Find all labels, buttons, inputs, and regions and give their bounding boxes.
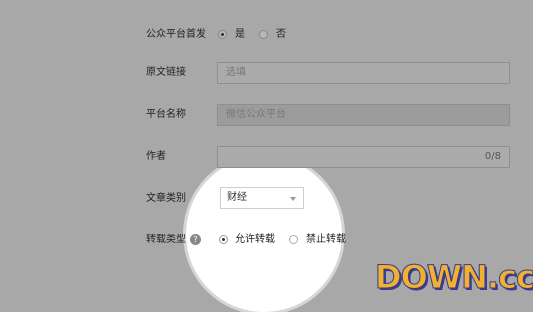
radio-yes-label[interactable]: 是 <box>235 29 245 41</box>
category-selected-value: 财经 <box>227 192 247 203</box>
author-input[interactable]: 0/8 <box>217 146 510 168</box>
platform-name-value: 微信公众平台 <box>226 109 286 120</box>
repost-type-label: 转载类型 <box>146 234 186 245</box>
radio-yes-icon[interactable] <box>218 30 227 39</box>
author-label: 作者 <box>146 151 166 162</box>
original-link-input[interactable]: 选填 <box>217 62 510 84</box>
radio-forbid-icon[interactable] <box>289 235 298 244</box>
radio-no-label[interactable]: 否 <box>276 29 286 41</box>
platform-name-field: 微信公众平台 <box>217 104 510 126</box>
radio-allow-icon[interactable] <box>219 235 228 244</box>
original-link-label: 原文链接 <box>146 67 186 78</box>
chevron-down-icon <box>290 197 296 201</box>
help-icon[interactable]: ? <box>190 234 201 245</box>
radio-allow-label[interactable]: 允许转载 <box>235 234 275 246</box>
category-label: 文章类别 <box>146 193 186 204</box>
publish-first-label: 公众平台首发 <box>146 29 206 40</box>
platform-name-label: 平台名称 <box>146 109 186 120</box>
radio-no-icon[interactable] <box>259 30 268 39</box>
category-select[interactable]: 财经 <box>220 187 304 209</box>
author-char-counter: 0/8 <box>484 151 501 162</box>
original-link-placeholder: 选填 <box>226 67 246 78</box>
down-cc-watermark-logo: DOWN.cc <box>375 258 533 297</box>
radio-forbid-label[interactable]: 禁止转载 <box>306 234 346 246</box>
